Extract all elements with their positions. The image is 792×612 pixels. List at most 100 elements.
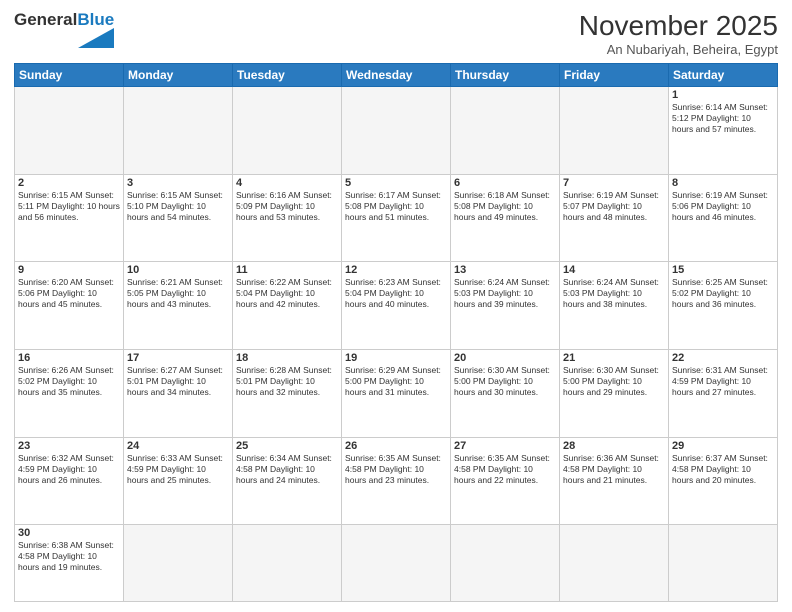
month-title: November 2025 [579, 10, 778, 42]
day-content: Sunrise: 6:21 AM Sunset: 5:05 PM Dayligh… [127, 277, 229, 310]
calendar-week-row: 2Sunrise: 6:15 AM Sunset: 5:11 PM Daylig… [15, 174, 778, 262]
calendar-cell: 8Sunrise: 6:19 AM Sunset: 5:06 PM Daylig… [669, 174, 778, 262]
calendar-cell: 21Sunrise: 6:30 AM Sunset: 5:00 PM Dayli… [560, 349, 669, 437]
calendar-cell: 27Sunrise: 6:35 AM Sunset: 4:58 PM Dayli… [451, 437, 560, 525]
col-friday: Friday [560, 64, 669, 87]
calendar-cell: 19Sunrise: 6:29 AM Sunset: 5:00 PM Dayli… [342, 349, 451, 437]
calendar-week-row: 16Sunrise: 6:26 AM Sunset: 5:02 PM Dayli… [15, 349, 778, 437]
header: General Blue November 2025 An Nubariyah,… [14, 10, 778, 57]
calendar-cell: 24Sunrise: 6:33 AM Sunset: 4:59 PM Dayli… [124, 437, 233, 525]
day-content: Sunrise: 6:14 AM Sunset: 5:12 PM Dayligh… [672, 102, 774, 135]
day-number: 22 [672, 352, 774, 364]
calendar-cell: 10Sunrise: 6:21 AM Sunset: 5:05 PM Dayli… [124, 262, 233, 350]
day-number: 14 [563, 264, 665, 276]
day-content: Sunrise: 6:19 AM Sunset: 5:07 PM Dayligh… [563, 190, 665, 223]
calendar-body: 1Sunrise: 6:14 AM Sunset: 5:12 PM Daylig… [15, 87, 778, 602]
calendar-cell: 22Sunrise: 6:31 AM Sunset: 4:59 PM Dayli… [669, 349, 778, 437]
day-content: Sunrise: 6:34 AM Sunset: 4:58 PM Dayligh… [236, 453, 338, 486]
day-number: 23 [18, 440, 120, 452]
day-content: Sunrise: 6:33 AM Sunset: 4:59 PM Dayligh… [127, 453, 229, 486]
day-number: 8 [672, 177, 774, 189]
calendar-cell: 7Sunrise: 6:19 AM Sunset: 5:07 PM Daylig… [560, 174, 669, 262]
day-number: 11 [236, 264, 338, 276]
logo-general: General [14, 10, 77, 30]
calendar-cell: 23Sunrise: 6:32 AM Sunset: 4:59 PM Dayli… [15, 437, 124, 525]
day-content: Sunrise: 6:22 AM Sunset: 5:04 PM Dayligh… [236, 277, 338, 310]
day-number: 26 [345, 440, 447, 452]
col-saturday: Saturday [669, 64, 778, 87]
calendar-cell: 4Sunrise: 6:16 AM Sunset: 5:09 PM Daylig… [233, 174, 342, 262]
day-content: Sunrise: 6:24 AM Sunset: 5:03 PM Dayligh… [563, 277, 665, 310]
day-content: Sunrise: 6:17 AM Sunset: 5:08 PM Dayligh… [345, 190, 447, 223]
calendar-cell: 2Sunrise: 6:15 AM Sunset: 5:11 PM Daylig… [15, 174, 124, 262]
calendar-cell: 14Sunrise: 6:24 AM Sunset: 5:03 PM Dayli… [560, 262, 669, 350]
day-content: Sunrise: 6:36 AM Sunset: 4:58 PM Dayligh… [563, 453, 665, 486]
day-number: 1 [672, 89, 774, 101]
day-number: 17 [127, 352, 229, 364]
day-content: Sunrise: 6:30 AM Sunset: 5:00 PM Dayligh… [563, 365, 665, 398]
day-content: Sunrise: 6:37 AM Sunset: 4:58 PM Dayligh… [672, 453, 774, 486]
calendar-cell [451, 525, 560, 602]
calendar-week-row: 23Sunrise: 6:32 AM Sunset: 4:59 PM Dayli… [15, 437, 778, 525]
title-area: November 2025 An Nubariyah, Beheira, Egy… [579, 10, 778, 57]
calendar-cell [124, 87, 233, 175]
calendar-cell: 3Sunrise: 6:15 AM Sunset: 5:10 PM Daylig… [124, 174, 233, 262]
day-number: 6 [454, 177, 556, 189]
calendar-cell: 5Sunrise: 6:17 AM Sunset: 5:08 PM Daylig… [342, 174, 451, 262]
day-content: Sunrise: 6:19 AM Sunset: 5:06 PM Dayligh… [672, 190, 774, 223]
day-number: 24 [127, 440, 229, 452]
day-content: Sunrise: 6:18 AM Sunset: 5:08 PM Dayligh… [454, 190, 556, 223]
day-number: 4 [236, 177, 338, 189]
day-number: 18 [236, 352, 338, 364]
day-number: 28 [563, 440, 665, 452]
day-number: 3 [127, 177, 229, 189]
general-blue-logo: General Blue [14, 10, 114, 48]
day-number: 16 [18, 352, 120, 364]
calendar-cell [560, 525, 669, 602]
calendar-cell: 15Sunrise: 6:25 AM Sunset: 5:02 PM Dayli… [669, 262, 778, 350]
day-content: Sunrise: 6:24 AM Sunset: 5:03 PM Dayligh… [454, 277, 556, 310]
calendar-cell: 25Sunrise: 6:34 AM Sunset: 4:58 PM Dayli… [233, 437, 342, 525]
day-number: 19 [345, 352, 447, 364]
day-number: 10 [127, 264, 229, 276]
calendar-cell: 12Sunrise: 6:23 AM Sunset: 5:04 PM Dayli… [342, 262, 451, 350]
calendar-cell [451, 87, 560, 175]
calendar-cell: 26Sunrise: 6:35 AM Sunset: 4:58 PM Dayli… [342, 437, 451, 525]
col-wednesday: Wednesday [342, 64, 451, 87]
calendar-cell [342, 525, 451, 602]
calendar-cell: 17Sunrise: 6:27 AM Sunset: 5:01 PM Dayli… [124, 349, 233, 437]
day-content: Sunrise: 6:28 AM Sunset: 5:01 PM Dayligh… [236, 365, 338, 398]
calendar-cell: 16Sunrise: 6:26 AM Sunset: 5:02 PM Dayli… [15, 349, 124, 437]
day-number: 30 [18, 527, 120, 539]
calendar-cell [124, 525, 233, 602]
col-sunday: Sunday [15, 64, 124, 87]
day-content: Sunrise: 6:32 AM Sunset: 4:59 PM Dayligh… [18, 453, 120, 486]
day-number: 12 [345, 264, 447, 276]
calendar-week-row: 9Sunrise: 6:20 AM Sunset: 5:06 PM Daylig… [15, 262, 778, 350]
day-number: 5 [345, 177, 447, 189]
calendar-cell: 20Sunrise: 6:30 AM Sunset: 5:00 PM Dayli… [451, 349, 560, 437]
calendar-cell [342, 87, 451, 175]
day-number: 21 [563, 352, 665, 364]
day-content: Sunrise: 6:38 AM Sunset: 4:58 PM Dayligh… [18, 540, 120, 573]
calendar-header-row: Sunday Monday Tuesday Wednesday Thursday… [15, 64, 778, 87]
calendar-week-row: 1Sunrise: 6:14 AM Sunset: 5:12 PM Daylig… [15, 87, 778, 175]
calendar-week-row: 30Sunrise: 6:38 AM Sunset: 4:58 PM Dayli… [15, 525, 778, 602]
logo-area: General Blue [14, 10, 114, 48]
calendar-cell [560, 87, 669, 175]
day-content: Sunrise: 6:15 AM Sunset: 5:11 PM Dayligh… [18, 190, 120, 223]
day-content: Sunrise: 6:35 AM Sunset: 4:58 PM Dayligh… [345, 453, 447, 486]
calendar-cell: 29Sunrise: 6:37 AM Sunset: 4:58 PM Dayli… [669, 437, 778, 525]
calendar-cell [669, 525, 778, 602]
calendar-cell [15, 87, 124, 175]
col-monday: Monday [124, 64, 233, 87]
calendar-cell: 30Sunrise: 6:38 AM Sunset: 4:58 PM Dayli… [15, 525, 124, 602]
day-content: Sunrise: 6:16 AM Sunset: 5:09 PM Dayligh… [236, 190, 338, 223]
day-content: Sunrise: 6:30 AM Sunset: 5:00 PM Dayligh… [454, 365, 556, 398]
day-number: 13 [454, 264, 556, 276]
day-number: 7 [563, 177, 665, 189]
logo-blue: Blue [77, 10, 114, 30]
day-content: Sunrise: 6:20 AM Sunset: 5:06 PM Dayligh… [18, 277, 120, 310]
logo-triangle-icon [78, 28, 114, 48]
subtitle: An Nubariyah, Beheira, Egypt [579, 42, 778, 57]
